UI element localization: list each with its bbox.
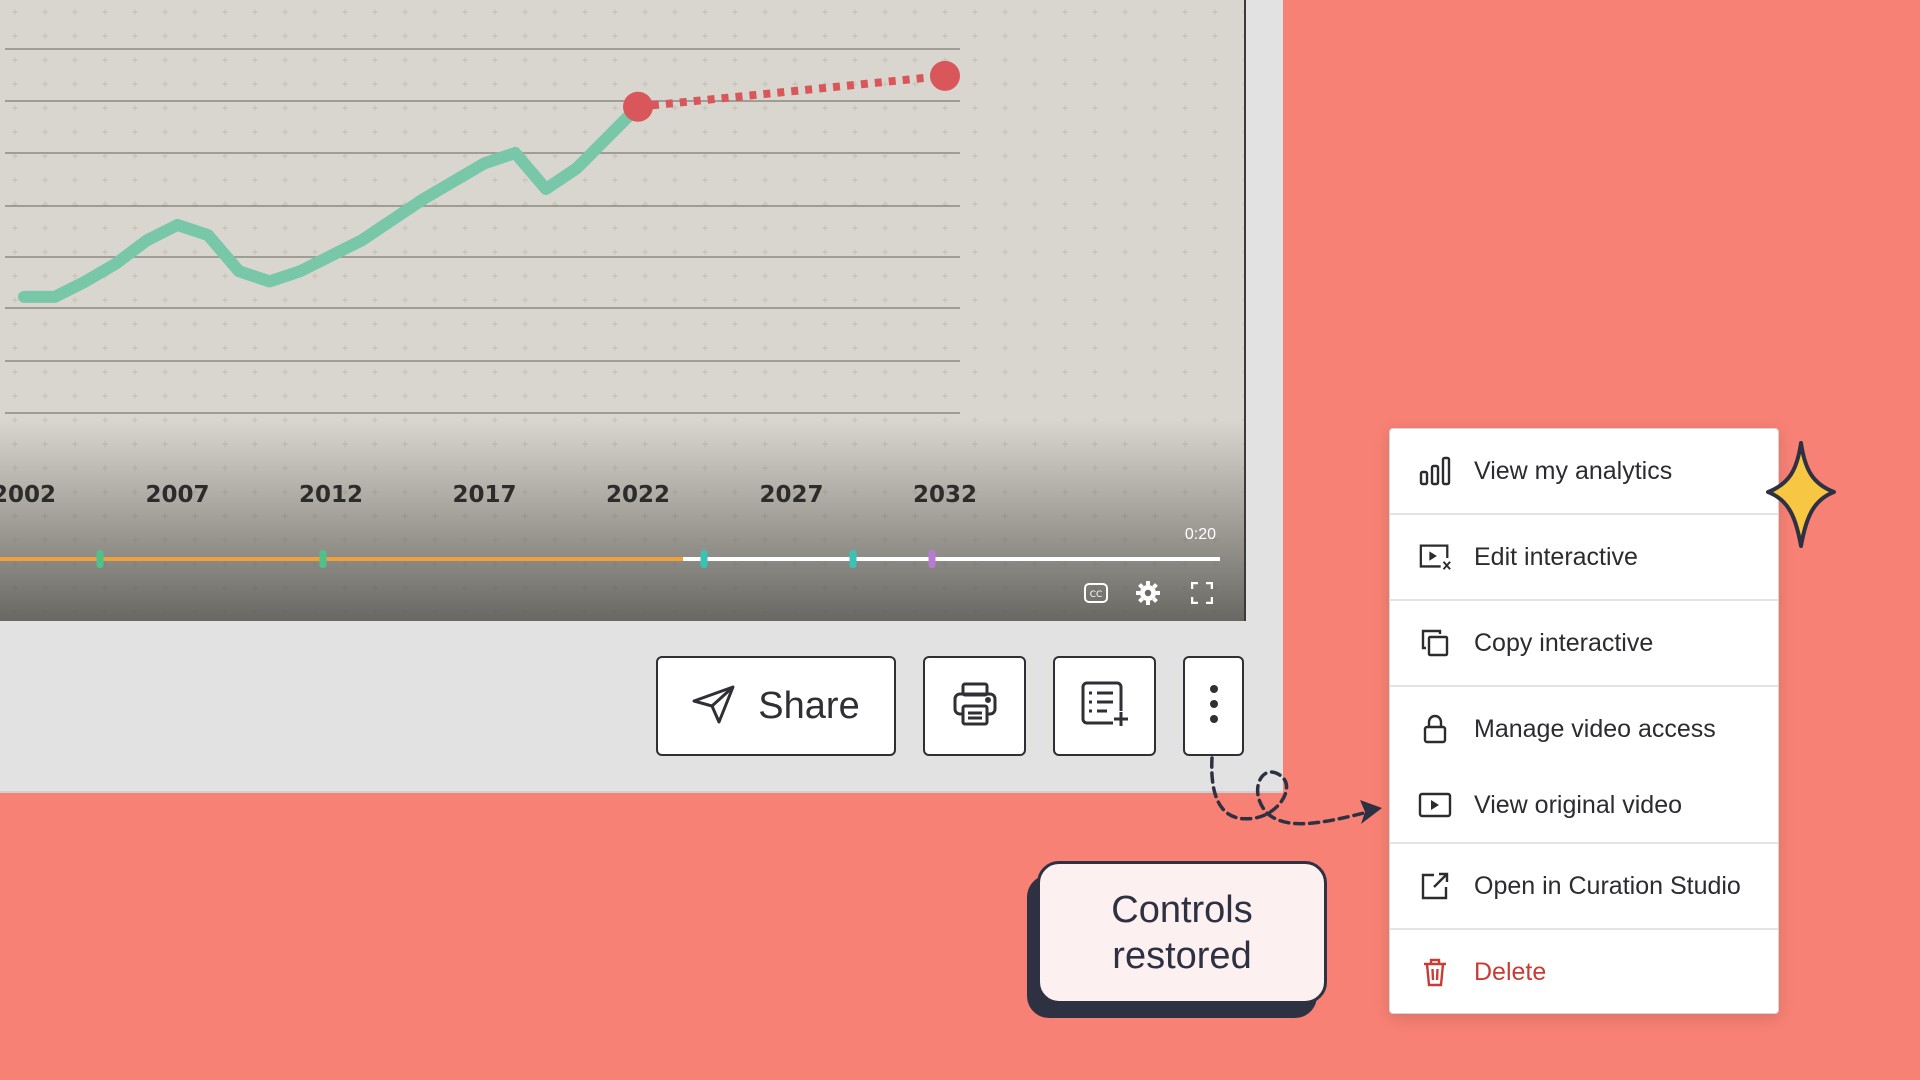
settings-icon[interactable]	[1133, 578, 1163, 608]
edit-video-icon	[1418, 540, 1452, 574]
share-label: Share	[758, 684, 860, 727]
svg-text:CC: CC	[1090, 590, 1103, 600]
trash-icon	[1418, 955, 1452, 989]
lock-icon	[1418, 712, 1452, 746]
controls-restored-callout: Controls restored	[1037, 861, 1327, 1004]
x-tick-label: 2017	[452, 482, 517, 508]
menu-item-label: Manage video access	[1474, 714, 1716, 743]
menu-item-view-original[interactable]: View original video	[1390, 763, 1778, 847]
menu-item-label: Edit interactive	[1474, 542, 1638, 571]
print-icon	[952, 682, 998, 731]
menu-item-copy-interactive[interactable]: Copy interactive	[1390, 601, 1778, 685]
options-menu: View my analytics Edit interactive Copy …	[1389, 428, 1779, 1014]
menu-item-delete[interactable]: Delete	[1390, 930, 1778, 1014]
timeline-marker[interactable]	[96, 550, 104, 568]
x-tick-label: 2022	[605, 482, 671, 508]
menu-item-edit-interactive[interactable]: Edit interactive	[1390, 515, 1778, 599]
timeline-marker[interactable]	[700, 550, 708, 568]
play-video-icon	[1418, 788, 1452, 822]
projection-point	[930, 60, 960, 91]
menu-item-label: View original video	[1474, 790, 1682, 819]
time-readout: 0:20	[1184, 526, 1216, 543]
menu-item-label: Open in Curation Studio	[1474, 871, 1741, 900]
menu-item-label: Copy interactive	[1474, 628, 1654, 657]
timeline-marker[interactable]	[319, 550, 327, 568]
x-tick-label: 2002	[0, 482, 57, 508]
x-tick-label: 2027	[759, 482, 824, 508]
share-button[interactable]: Share	[656, 656, 896, 756]
add-to-list-button[interactable]	[1053, 656, 1156, 756]
x-tick-label: 2032	[912, 482, 978, 508]
menu-item-open-curation-studio[interactable]: Open in Curation Studio	[1390, 844, 1778, 928]
callout-text: Controls restored	[1111, 888, 1253, 977]
cc-icon[interactable]: CC	[1081, 578, 1111, 608]
chart-frame	[0, 0, 1244, 621]
menu-item-manage-access[interactable]: Manage video access	[1390, 687, 1778, 771]
fullscreen-icon[interactable]	[1187, 578, 1217, 608]
print-button[interactable]	[923, 656, 1026, 756]
menu-item-label: Delete	[1474, 957, 1547, 986]
dashed-arrow-decoration	[1210, 756, 1382, 826]
projection-point	[623, 91, 653, 122]
video-player[interactable]: 2002 2007 2012 2017 2022 2027 2032 0:20 CC	[0, 0, 1246, 621]
sparkle-icon	[1766, 441, 1836, 548]
menu-item-label: View my analytics	[1474, 456, 1673, 485]
analytics-icon	[1418, 454, 1452, 488]
progress-bar[interactable]	[0, 550, 1220, 568]
app-panel: 2002 2007 2012 2017 2022 2027 2032 0:20 CC Sha…	[0, 0, 1283, 793]
x-tick-label: 2007	[145, 482, 210, 508]
menu-item-view-analytics[interactable]: View my analytics	[1390, 429, 1778, 513]
timeline-marker[interactable]	[849, 550, 857, 568]
send-icon	[692, 684, 736, 729]
add-list-icon	[1081, 681, 1129, 732]
copy-icon	[1418, 626, 1452, 660]
more-options-button[interactable]	[1183, 656, 1244, 756]
external-link-icon	[1418, 869, 1452, 903]
more-vertical-icon	[1209, 684, 1219, 729]
timeline-marker[interactable]	[928, 550, 936, 568]
x-tick-label: 2012	[298, 482, 364, 508]
